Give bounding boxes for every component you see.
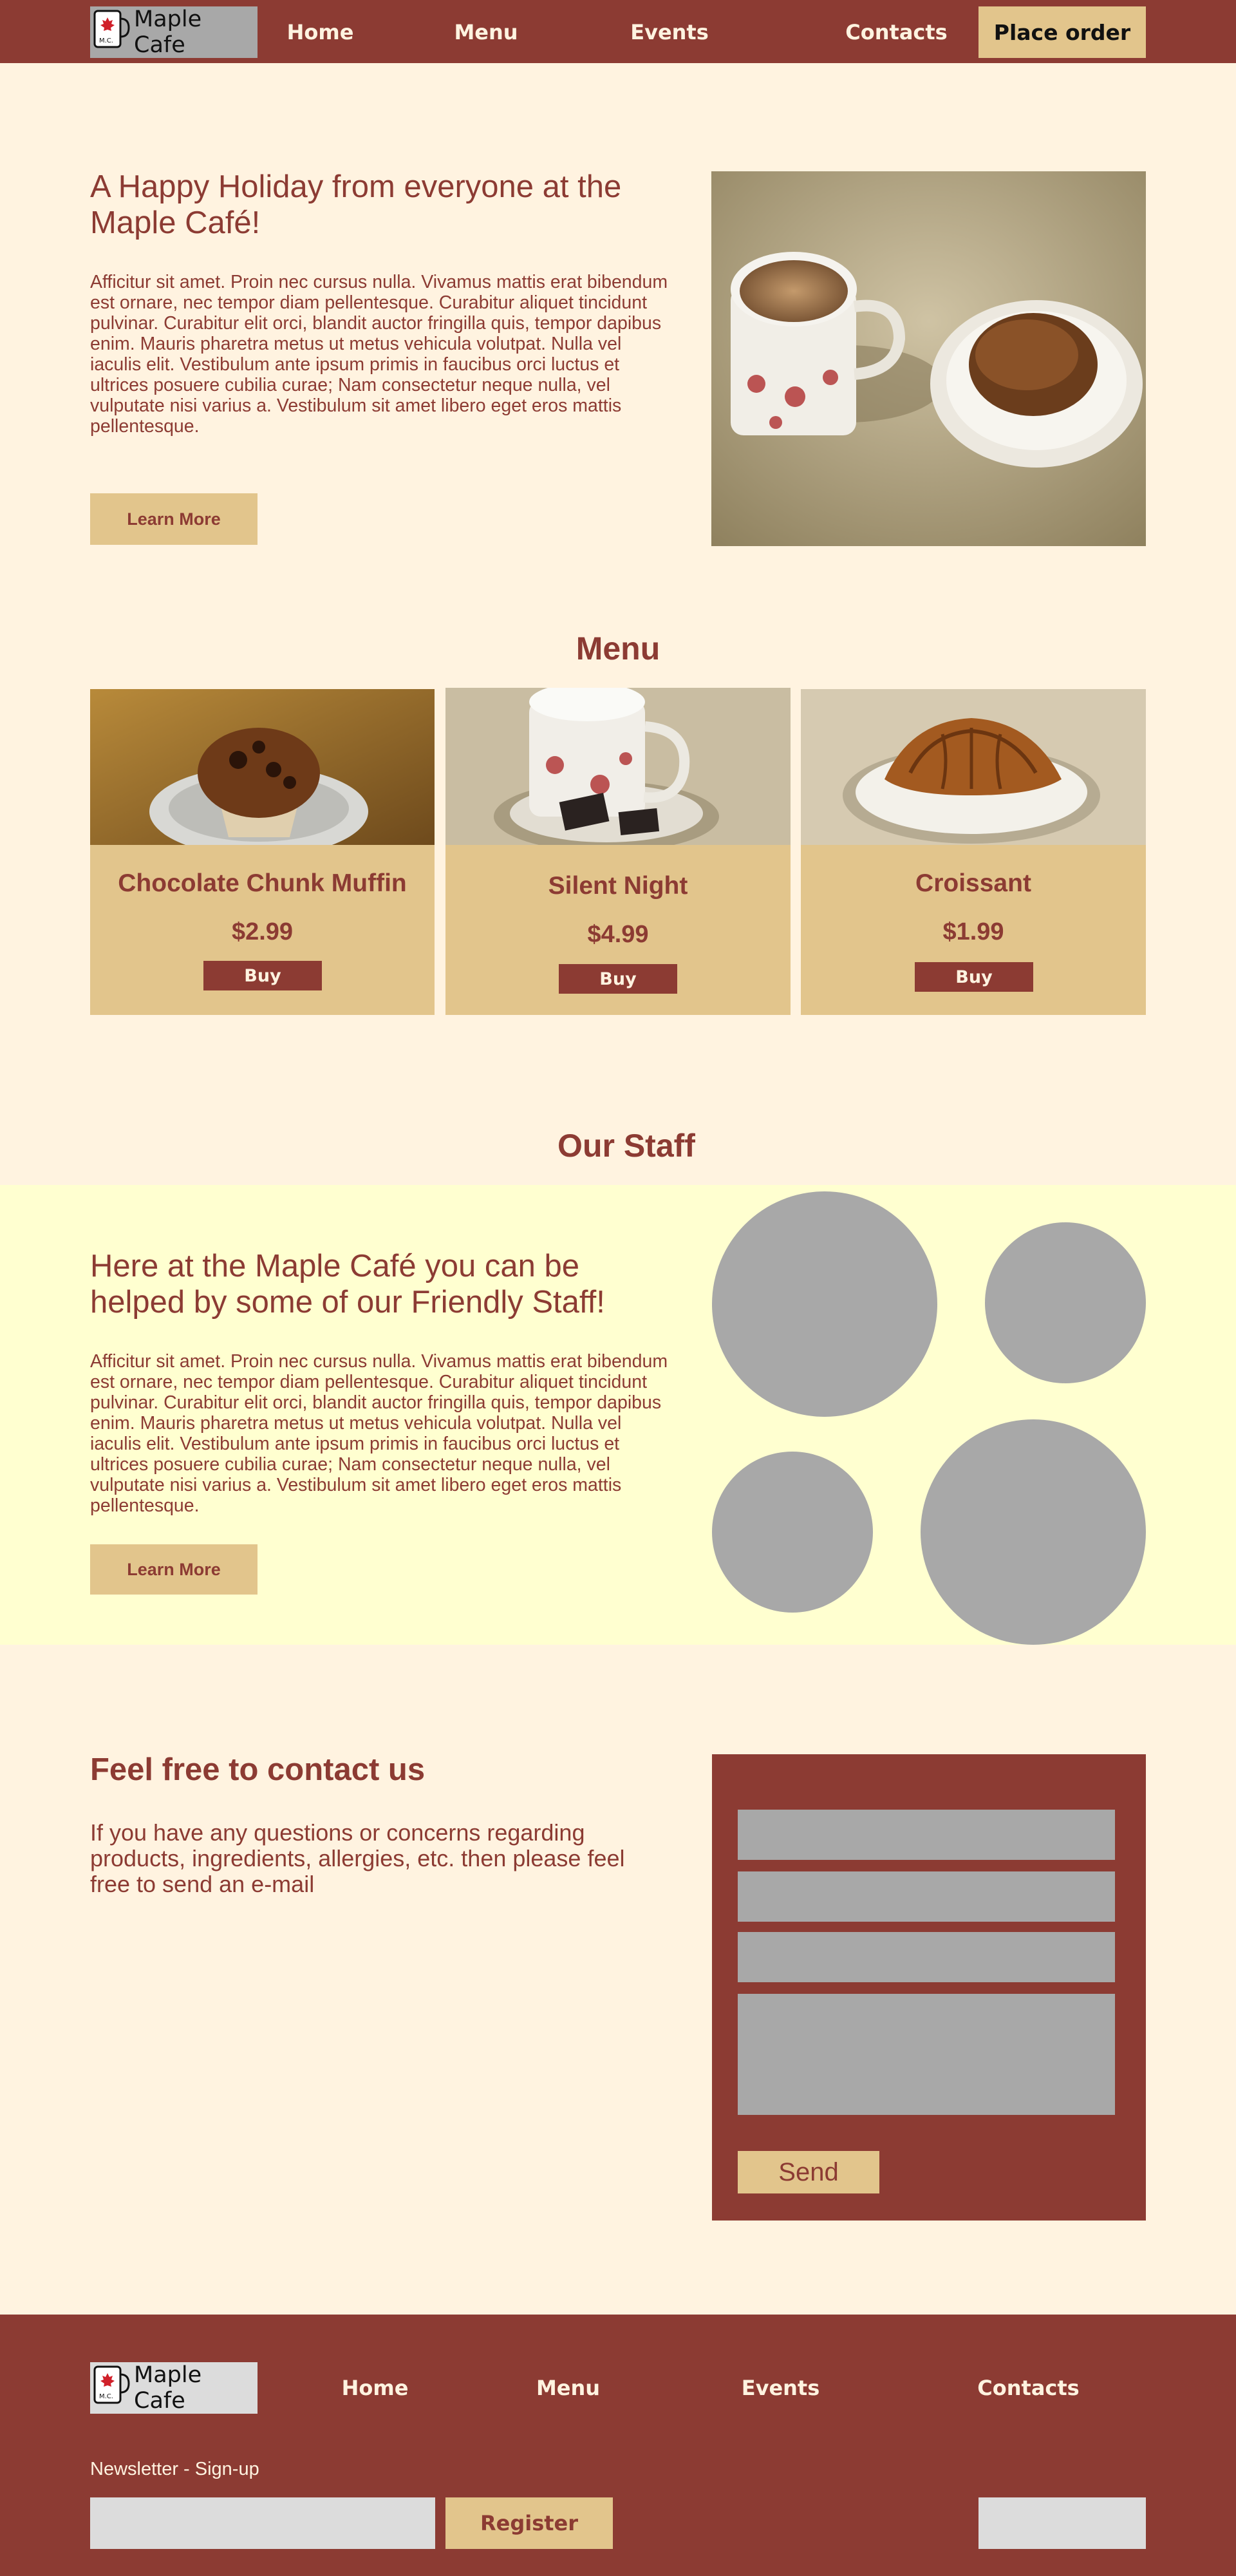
- hero-learn-more-button[interactable]: Learn More: [90, 493, 258, 545]
- nav-home[interactable]: Home: [270, 6, 370, 58]
- hero-heading: A Happy Holiday from everyone at the Map…: [90, 169, 622, 240]
- mug-label: M.C.: [99, 37, 113, 44]
- menu-item-name: Chocolate Chunk Muffin: [118, 869, 407, 897]
- hero-image: [711, 171, 1146, 546]
- mug-icon: M.C.: [93, 7, 134, 58]
- menu-item-name: Croissant: [915, 869, 1031, 897]
- subject-field[interactable]: [738, 1932, 1115, 1982]
- email-field[interactable]: [738, 1871, 1115, 1922]
- footer-logo[interactable]: M.C. Maple Cafe: [90, 2362, 258, 2414]
- footer-nav-contacts[interactable]: Contacts: [966, 2362, 1091, 2414]
- menu-item-name: Silent Night: [548, 872, 688, 900]
- newsletter-label: Newsletter - Sign-up: [90, 2459, 259, 2479]
- nav-contacts[interactable]: Contacts: [837, 6, 956, 58]
- staff-avatar: [985, 1222, 1146, 1383]
- croissant-image: [801, 689, 1146, 845]
- menu-title: Menu: [576, 630, 660, 667]
- footer-nav-menu[interactable]: Menu: [515, 2362, 621, 2414]
- menu-item-price: $2.99: [231, 918, 294, 945]
- footer-nav-events[interactable]: Events: [727, 2362, 834, 2414]
- register-button[interactable]: Register: [445, 2497, 613, 2549]
- message-field[interactable]: [738, 1994, 1115, 2115]
- menu-item-price: $1.99: [942, 918, 1004, 945]
- name-field[interactable]: [738, 1810, 1115, 1860]
- mug-label: M.C.: [99, 2392, 113, 2400]
- buy-button-croissant[interactable]: Buy: [915, 962, 1033, 992]
- staff-learn-more-button[interactable]: Learn More: [90, 1544, 258, 1595]
- footer-nav-home[interactable]: Home: [322, 2362, 428, 2414]
- send-button[interactable]: Send: [738, 2151, 879, 2193]
- staff-avatar: [712, 1191, 937, 1417]
- contact-body: If you have any questions or concerns re…: [90, 1819, 625, 1897]
- staff-avatar: [712, 1452, 873, 1613]
- staff-body: Afficitur sit amet. Proin nec cursus nul…: [90, 1351, 668, 1516]
- header-logo[interactable]: M.C. Maple Cafe: [90, 6, 258, 58]
- staff-heading: Here at the Maple Café you can be helped…: [90, 1249, 605, 1320]
- logo-text: Maple Cafe: [134, 2362, 202, 2414]
- silent-night-image: [445, 688, 791, 845]
- staff-avatar: [921, 1419, 1146, 1645]
- nav-events[interactable]: Events: [605, 6, 734, 58]
- logo-text: Maple Cafe: [134, 6, 202, 58]
- muffin-image: [90, 689, 435, 845]
- mug-icon: M.C.: [93, 2363, 134, 2414]
- newsletter-email-input[interactable]: [90, 2497, 435, 2549]
- footer-extra-input[interactable]: [979, 2497, 1146, 2549]
- menu-item-price: $4.99: [587, 921, 649, 948]
- nav-menu[interactable]: Menu: [431, 6, 541, 58]
- hero-body: Afficitur sit amet. Proin nec cursus nul…: [90, 272, 668, 437]
- staff-title: Our Staff: [557, 1128, 695, 1164]
- contact-heading: Feel free to contact us: [90, 1752, 426, 1787]
- place-order-button[interactable]: Place order: [979, 6, 1146, 58]
- buy-button-muffin[interactable]: Buy: [203, 961, 322, 990]
- buy-button-silent-night[interactable]: Buy: [559, 964, 677, 994]
